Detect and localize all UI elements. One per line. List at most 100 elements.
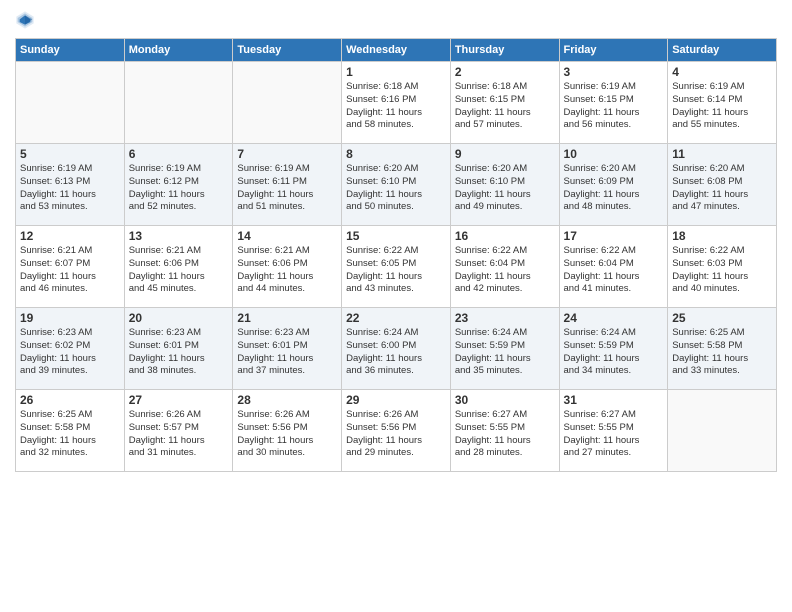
- calendar-page: SundayMondayTuesdayWednesdayThursdayFrid…: [0, 0, 792, 612]
- day-number: 21: [237, 311, 337, 325]
- calendar-cell: 5Sunrise: 6:19 AM Sunset: 6:13 PM Daylig…: [16, 144, 125, 226]
- calendar-table: SundayMondayTuesdayWednesdayThursdayFrid…: [15, 38, 777, 472]
- day-number: 12: [20, 229, 120, 243]
- week-row-3: 19 Sunrise: 6:23 AM Sunset: 6:02 PM Dayli…: [16, 308, 777, 390]
- weekday-header-tuesday: Tuesday: [233, 39, 342, 62]
- cell-info: Sunrise: 6:27 AM Sunset: 5:55 PM Dayligh…: [564, 409, 664, 460]
- calendar-cell: 25 Sunrise: 6:25 AM Sunset: 5:58 PM Dayli…: [668, 308, 777, 390]
- day-number: 9: [455, 147, 555, 161]
- calendar-cell: [668, 390, 777, 472]
- calendar-cell: 14Sunrise: 6:21 AM Sunset: 6:06 PM Dayli…: [233, 226, 342, 308]
- week-row-4: 26 Sunrise: 6:25 AM Sunset: 5:58 PM Dayli…: [16, 390, 777, 472]
- day-number: 24: [564, 311, 664, 325]
- cell-info: Sunrise: 6:20 AM Sunset: 6:08 PM Dayligh…: [672, 163, 772, 214]
- weekday-header-monday: Monday: [124, 39, 233, 62]
- weekday-header-sunday: Sunday: [16, 39, 125, 62]
- header: [15, 10, 777, 30]
- calendar-cell: 10 Sunrise: 6:20 AM Sunset: 6:09 PM Dayli…: [559, 144, 668, 226]
- day-number: 23: [455, 311, 555, 325]
- calendar-cell: [16, 62, 125, 144]
- cell-info: Sunrise: 6:26 AM Sunset: 5:56 PM Dayligh…: [237, 409, 337, 460]
- day-number: 2: [455, 65, 555, 79]
- calendar-cell: 19 Sunrise: 6:23 AM Sunset: 6:02 PM Dayli…: [16, 308, 125, 390]
- day-number: 28: [237, 393, 337, 407]
- cell-info: Sunrise: 6:26 AM Sunset: 5:57 PM Dayligh…: [129, 409, 229, 460]
- cell-info: Sunrise: 6:20 AM Sunset: 6:10 PM Dayligh…: [455, 163, 555, 214]
- cell-info: Sunrise: 6:22 AM Sunset: 6:04 PM Dayligh…: [564, 245, 664, 296]
- calendar-cell: 4 Sunrise: 6:19 AM Sunset: 6:14 PM Daylig…: [668, 62, 777, 144]
- day-number: 11: [672, 147, 772, 161]
- calendar-cell: 30 Sunrise: 6:27 AM Sunset: 5:55 PM Dayli…: [450, 390, 559, 472]
- cell-info: Sunrise: 6:25 AM Sunset: 5:58 PM Dayligh…: [20, 409, 120, 460]
- calendar-cell: 22 Sunrise: 6:24 AM Sunset: 6:00 PM Dayli…: [342, 308, 451, 390]
- calendar-cell: 17 Sunrise: 6:22 AM Sunset: 6:04 PM Dayli…: [559, 226, 668, 308]
- calendar-cell: 26 Sunrise: 6:25 AM Sunset: 5:58 PM Dayli…: [16, 390, 125, 472]
- logo-icon: [15, 10, 35, 30]
- day-number: 19: [20, 311, 120, 325]
- cell-info: Sunrise: 6:25 AM Sunset: 5:58 PM Dayligh…: [672, 327, 772, 378]
- weekday-header-saturday: Saturday: [668, 39, 777, 62]
- day-number: 4: [672, 65, 772, 79]
- day-number: 17: [564, 229, 664, 243]
- day-number: 22: [346, 311, 446, 325]
- cell-info: Sunrise: 6:23 AM Sunset: 6:02 PM Dayligh…: [20, 327, 120, 378]
- cell-info: Sunrise: 6:19 AM Sunset: 6:14 PM Dayligh…: [672, 81, 772, 132]
- calendar-cell: [233, 62, 342, 144]
- cell-info: Sunrise: 6:24 AM Sunset: 5:59 PM Dayligh…: [564, 327, 664, 378]
- calendar-cell: 13 Sunrise: 6:21 AM Sunset: 6:06 PM Dayli…: [124, 226, 233, 308]
- day-number: 13: [129, 229, 229, 243]
- calendar-cell: 28 Sunrise: 6:26 AM Sunset: 5:56 PM Dayli…: [233, 390, 342, 472]
- cell-info: Sunrise: 6:22 AM Sunset: 6:03 PM Dayligh…: [672, 245, 772, 296]
- cell-info: Sunrise: 6:19 AM Sunset: 6:11 PM Dayligh…: [237, 163, 337, 214]
- calendar-cell: [124, 62, 233, 144]
- week-row-1: 5Sunrise: 6:19 AM Sunset: 6:13 PM Daylig…: [16, 144, 777, 226]
- calendar-cell: 3 Sunrise: 6:19 AM Sunset: 6:15 PM Daylig…: [559, 62, 668, 144]
- cell-info: Sunrise: 6:26 AM Sunset: 5:56 PM Dayligh…: [346, 409, 446, 460]
- cell-info: Sunrise: 6:23 AM Sunset: 6:01 PM Dayligh…: [237, 327, 337, 378]
- calendar-cell: 29 Sunrise: 6:26 AM Sunset: 5:56 PM Dayli…: [342, 390, 451, 472]
- day-number: 18: [672, 229, 772, 243]
- day-number: 29: [346, 393, 446, 407]
- day-number: 16: [455, 229, 555, 243]
- week-row-2: 12 Sunrise: 6:21 AM Sunset: 6:07 PM Dayli…: [16, 226, 777, 308]
- cell-info: Sunrise: 6:23 AM Sunset: 6:01 PM Dayligh…: [129, 327, 229, 378]
- cell-info: Sunrise: 6:19 AM Sunset: 6:15 PM Dayligh…: [564, 81, 664, 132]
- cell-info: Sunrise: 6:22 AM Sunset: 6:04 PM Dayligh…: [455, 245, 555, 296]
- calendar-cell: 9 Sunrise: 6:20 AM Sunset: 6:10 PM Daylig…: [450, 144, 559, 226]
- weekday-header-thursday: Thursday: [450, 39, 559, 62]
- calendar-cell: 31 Sunrise: 6:27 AM Sunset: 5:55 PM Dayli…: [559, 390, 668, 472]
- cell-info: Sunrise: 6:18 AM Sunset: 6:16 PM Dayligh…: [346, 81, 446, 132]
- day-number: 8: [346, 147, 446, 161]
- calendar-cell: 2Sunrise: 6:18 AM Sunset: 6:15 PM Daylig…: [450, 62, 559, 144]
- day-number: 14: [237, 229, 337, 243]
- calendar-cell: 15Sunrise: 6:22 AM Sunset: 6:05 PM Dayli…: [342, 226, 451, 308]
- day-number: 25: [672, 311, 772, 325]
- day-number: 3: [564, 65, 664, 79]
- calendar-cell: 1 Sunrise: 6:18 AM Sunset: 6:16 PM Daylig…: [342, 62, 451, 144]
- cell-info: Sunrise: 6:21 AM Sunset: 6:06 PM Dayligh…: [129, 245, 229, 296]
- cell-info: Sunrise: 6:21 AM Sunset: 6:07 PM Dayligh…: [20, 245, 120, 296]
- week-row-0: 1 Sunrise: 6:18 AM Sunset: 6:16 PM Daylig…: [16, 62, 777, 144]
- calendar-cell: 12 Sunrise: 6:21 AM Sunset: 6:07 PM Dayli…: [16, 226, 125, 308]
- calendar-cell: 16 Sunrise: 6:22 AM Sunset: 6:04 PM Dayli…: [450, 226, 559, 308]
- calendar-cell: 6Sunrise: 6:19 AM Sunset: 6:12 PM Daylig…: [124, 144, 233, 226]
- day-number: 6: [129, 147, 229, 161]
- calendar-cell: 7Sunrise: 6:19 AM Sunset: 6:11 PM Daylig…: [233, 144, 342, 226]
- day-number: 1: [346, 65, 446, 79]
- calendar-cell: 27Sunrise: 6:26 AM Sunset: 5:57 PM Dayli…: [124, 390, 233, 472]
- cell-info: Sunrise: 6:24 AM Sunset: 6:00 PM Dayligh…: [346, 327, 446, 378]
- cell-info: Sunrise: 6:20 AM Sunset: 6:09 PM Dayligh…: [564, 163, 664, 214]
- calendar-cell: 8 Sunrise: 6:20 AM Sunset: 6:10 PM Daylig…: [342, 144, 451, 226]
- day-number: 26: [20, 393, 120, 407]
- day-number: 10: [564, 147, 664, 161]
- cell-info: Sunrise: 6:27 AM Sunset: 5:55 PM Dayligh…: [455, 409, 555, 460]
- day-number: 31: [564, 393, 664, 407]
- day-number: 20: [129, 311, 229, 325]
- day-number: 5: [20, 147, 120, 161]
- weekday-header-wednesday: Wednesday: [342, 39, 451, 62]
- cell-info: Sunrise: 6:20 AM Sunset: 6:10 PM Dayligh…: [346, 163, 446, 214]
- day-number: 15: [346, 229, 446, 243]
- day-number: 30: [455, 393, 555, 407]
- calendar-cell: 11 Sunrise: 6:20 AM Sunset: 6:08 PM Dayli…: [668, 144, 777, 226]
- weekday-header-friday: Friday: [559, 39, 668, 62]
